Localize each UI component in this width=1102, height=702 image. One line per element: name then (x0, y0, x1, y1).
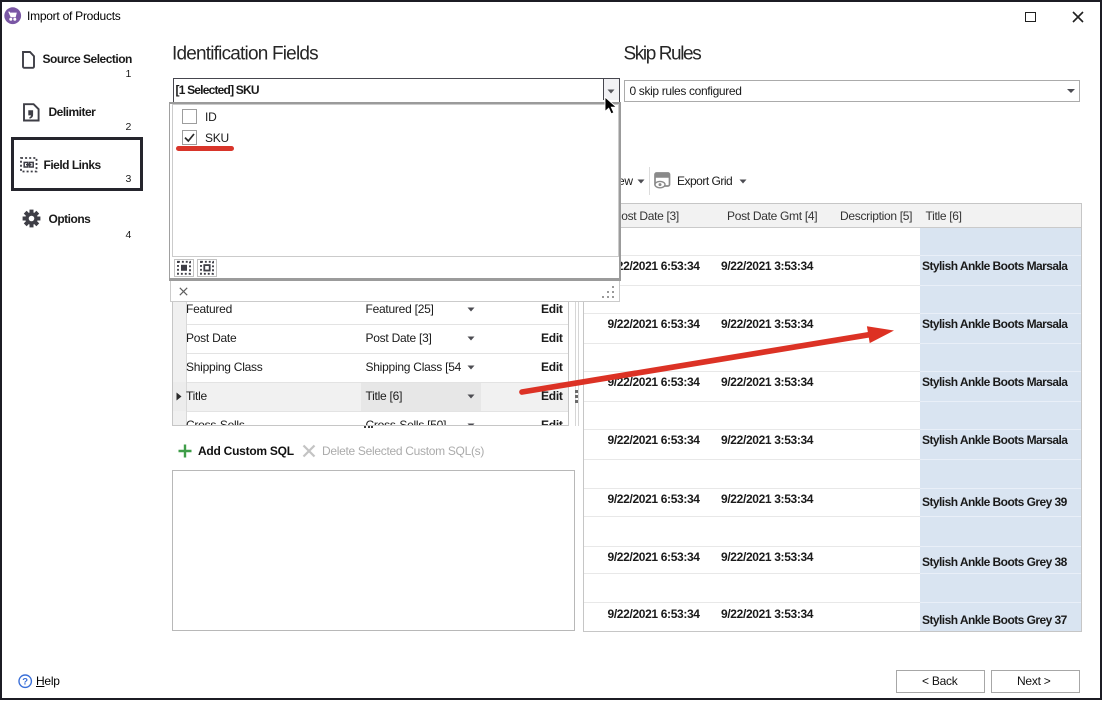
svg-text:?: ? (22, 676, 28, 687)
